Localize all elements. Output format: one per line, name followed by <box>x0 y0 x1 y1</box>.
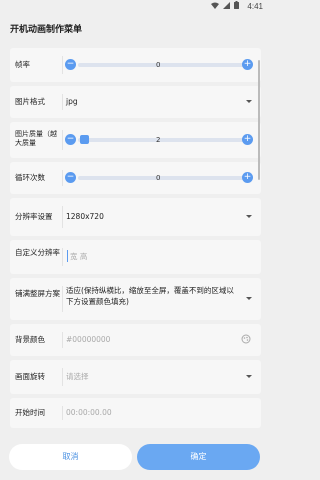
fps-row: 帧率 − 0 + <box>10 48 261 82</box>
loops-label: 循环次数 <box>15 173 45 182</box>
resolution-label: 分辨率设置 <box>15 212 53 221</box>
color-picker-icon[interactable] <box>241 334 251 344</box>
divider <box>62 286 63 312</box>
start-time-label: 开始时间 <box>15 408 45 417</box>
scrollbar[interactable] <box>258 60 260 180</box>
resolution-select[interactable]: 1280x720 <box>66 212 104 222</box>
custom-res-row: 自定义分辨率 宽 高 <box>10 240 261 274</box>
divider <box>62 368 63 386</box>
status-icons <box>211 1 239 9</box>
signal-icon <box>223 1 230 9</box>
scale-label: 铺满整屏方案 <box>15 289 60 298</box>
quality-minus-button[interactable]: − <box>65 134 76 145</box>
page-title: 开机动画制作菜单 <box>10 25 83 35</box>
quality-slider-thumb[interactable] <box>80 135 89 144</box>
cancel-button[interactable]: 取消 <box>9 444 132 470</box>
quality-value: 2 <box>156 136 161 144</box>
loops-slider-track[interactable] <box>78 176 245 180</box>
format-row[interactable]: 图片格式 jpg <box>10 86 261 118</box>
chevron-down-icon <box>246 297 252 300</box>
bgcolor-input[interactable]: #00000000 <box>66 335 110 345</box>
loops-minus-button[interactable]: − <box>65 172 76 183</box>
quality-slider-track[interactable] <box>78 138 245 142</box>
fps-plus-button[interactable]: + <box>242 59 253 70</box>
bgcolor-row: 背景颜色 #00000000 <box>10 324 261 356</box>
scale-select[interactable]: 适应(保持纵横比，缩放至全屏，覆盖不到的区域以下方设置颜色填充) <box>66 285 238 307</box>
loops-row: 循环次数 − 0 + <box>10 162 261 194</box>
chevron-down-icon <box>246 375 252 378</box>
divider <box>62 56 63 74</box>
divider <box>62 130 63 150</box>
rotate-label: 画面旋转 <box>15 372 45 381</box>
status-bar: 4:41 <box>0 0 269 14</box>
status-time: 4:41 <box>247 2 263 11</box>
divider <box>62 170 63 186</box>
fps-label: 帧率 <box>15 60 30 69</box>
divider <box>62 406 63 420</box>
fps-slider-track[interactable] <box>78 63 245 67</box>
resolution-row[interactable]: 分辨率设置 1280x720 <box>10 198 261 236</box>
wifi-icon <box>211 2 219 9</box>
dialog-footer: 取消 确定 <box>0 430 269 480</box>
rotate-row[interactable]: 画面旋转 请选择 <box>10 360 261 394</box>
chevron-down-icon <box>246 100 252 103</box>
quality-plus-button[interactable]: + <box>242 134 253 145</box>
fps-minus-button[interactable]: − <box>65 59 76 70</box>
fps-value: 0 <box>156 61 161 69</box>
divider <box>62 206 63 228</box>
bgcolor-label: 背景颜色 <box>15 335 45 344</box>
divider <box>62 332 63 348</box>
ok-button[interactable]: 确定 <box>137 444 260 470</box>
start-time-input[interactable]: 00:00:00.00 <box>66 408 112 418</box>
rotate-select[interactable]: 请选择 <box>66 372 89 382</box>
quality-row: 图片质量（越大质量 − 2 + <box>10 122 261 158</box>
battery-icon <box>234 1 239 9</box>
format-label: 图片格式 <box>15 97 45 106</box>
quality-label: 图片质量（越大质量 <box>15 130 57 147</box>
scale-row[interactable]: 铺满整屏方案 适应(保持纵横比，缩放至全屏，覆盖不到的区域以下方设置颜色填充) <box>10 278 261 320</box>
text-cursor <box>67 250 68 262</box>
format-select[interactable]: jpg <box>66 97 78 107</box>
loops-plus-button[interactable]: + <box>242 172 253 183</box>
custom-res-input[interactable]: 宽 高 <box>70 252 87 262</box>
divider <box>62 94 63 110</box>
custom-res-label: 自定义分辨率 <box>15 248 60 257</box>
divider <box>62 248 63 266</box>
start-time-row: 开始时间 00:00:00.00 <box>10 398 261 428</box>
loops-value: 0 <box>156 174 161 182</box>
chevron-down-icon <box>246 215 252 218</box>
